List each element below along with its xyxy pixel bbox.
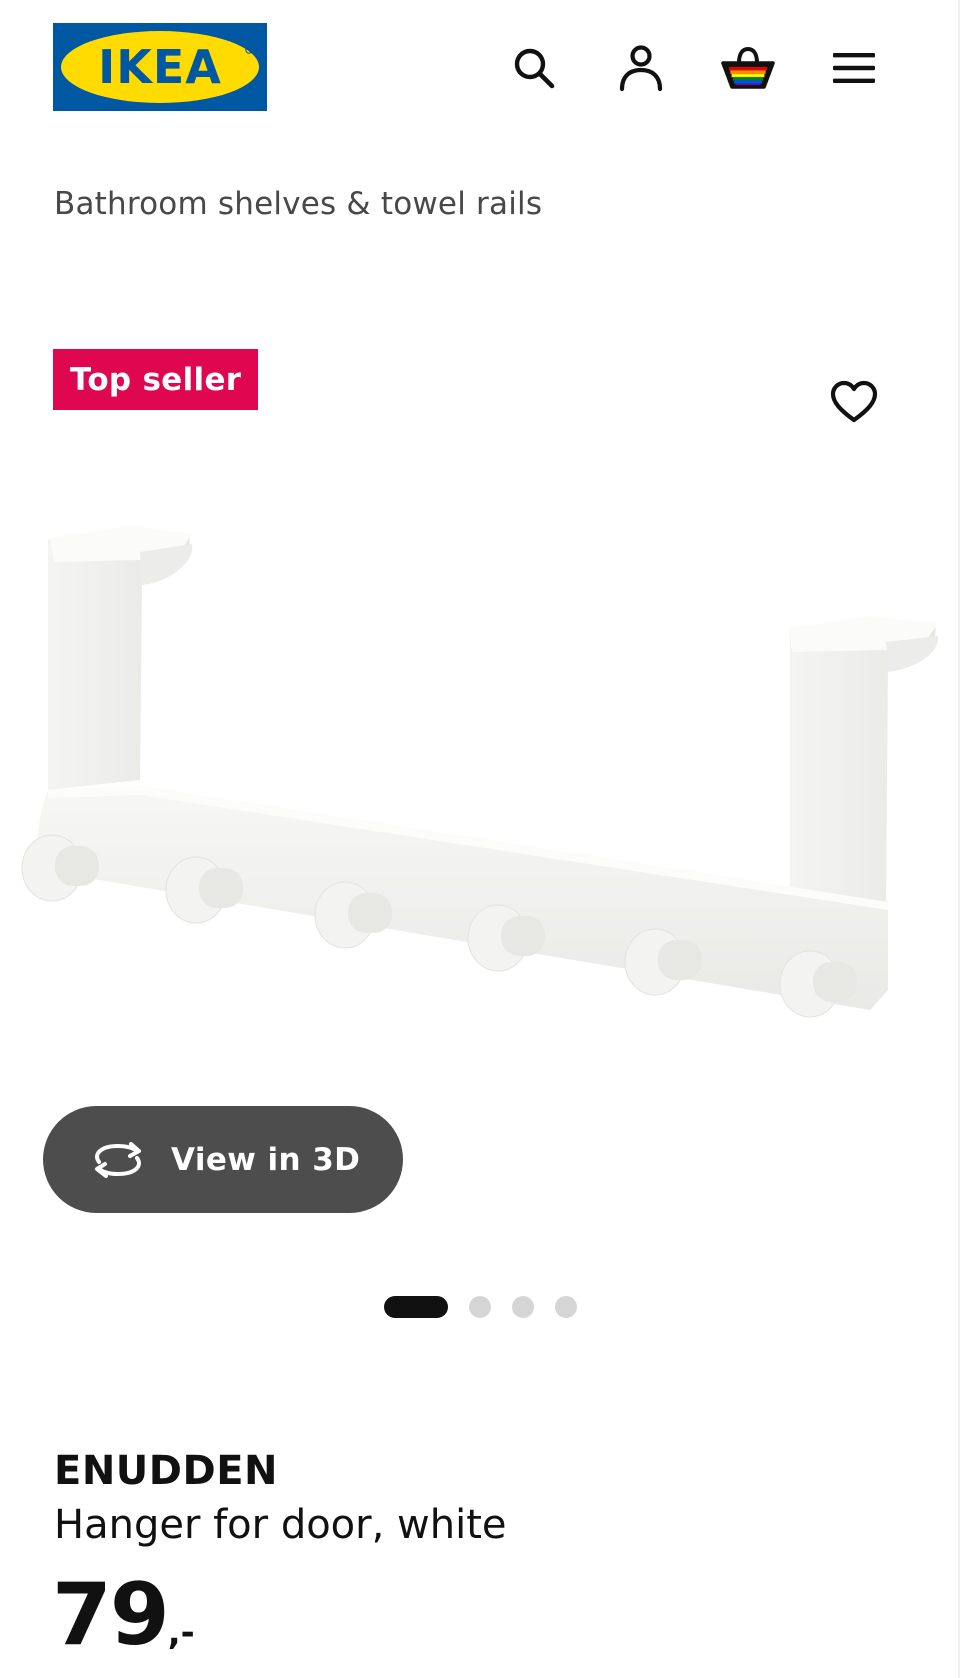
site-header: IKEA: [0, 0, 960, 140]
pager-dot[interactable]: [469, 1296, 491, 1318]
price-suffix: ,-: [167, 1613, 195, 1653]
top-seller-badge: Top seller: [53, 349, 259, 410]
user-icon[interactable]: [613, 40, 669, 96]
search-icon[interactable]: [506, 40, 562, 96]
svg-text:IKEA: IKEA: [98, 40, 222, 94]
pager-dot[interactable]: [512, 1296, 534, 1318]
view-in-3d-button[interactable]: View in 3D: [43, 1106, 403, 1213]
product-name: ENUDDEN: [54, 1448, 278, 1494]
menu-icon[interactable]: [826, 40, 882, 96]
image-pager: [384, 1296, 598, 1318]
view-in-3d-label: View in 3D: [171, 1141, 361, 1178]
pager-dot[interactable]: [555, 1296, 577, 1318]
rotate-3d-icon: [95, 1141, 141, 1178]
price-amount: 79: [52, 1565, 170, 1665]
basket-icon[interactable]: [720, 40, 776, 96]
heart-icon[interactable]: [826, 374, 882, 430]
pager-dot[interactable]: [384, 1296, 448, 1318]
product-description: Hanger for door, white: [54, 1502, 507, 1548]
breadcrumb[interactable]: Bathroom shelves & towel rails: [54, 186, 542, 222]
product-price: 79,-: [52, 1572, 195, 1658]
ikea-logo[interactable]: IKEA: [53, 23, 267, 111]
product-image: [0, 490, 960, 1060]
